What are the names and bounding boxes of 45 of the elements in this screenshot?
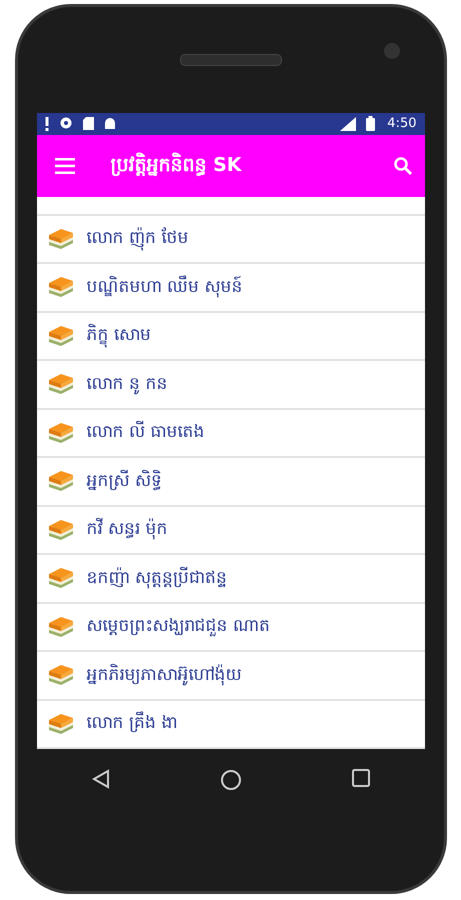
book-icon (46, 712, 74, 736)
camera-lens (384, 43, 400, 59)
author-list-item[interactable]: សម្តេចព្រះសង្ឃរាជជួន ណាត (36, 604, 424, 652)
home-button[interactable] (220, 769, 242, 791)
author-list-item[interactable]: ភិក្ខុ សោម (36, 312, 424, 361)
author-name: សម្តេចព្រះសង្ឃរាជជួន ណាត (86, 615, 270, 638)
book-icon (46, 469, 74, 494)
back-button[interactable] (92, 769, 110, 789)
author-name: លោក នូ កន (86, 372, 168, 396)
author-list-item[interactable]: បណ្ឌិតមហា ឈឹម សុមន៍ (36, 264, 424, 312)
book-icon (46, 518, 74, 542)
book-icon (46, 275, 74, 300)
author-name: អ្នកស្រី សិទ្ធិ (86, 468, 162, 493)
author-name: ភិក្ខុ សោម (86, 323, 151, 348)
recents-button[interactable] (352, 769, 370, 787)
author-list-item[interactable]: លោក គ្រឹង ងា (36, 700, 424, 749)
sd-card-icon (82, 117, 94, 130)
author-name: លោក ញ៉ុក ថែម (86, 226, 188, 252)
status-time: 4:50 (387, 116, 416, 132)
book-icon (46, 372, 74, 396)
author-list-item[interactable]: កវី សន្ធរ ម៉ុក (36, 506, 424, 555)
app-title: ប្រវត្តិអ្នកនិពន្ធ SK (110, 152, 243, 178)
author-name: ឧកញ៉ា សុត្តន្តប្រីជាឥន្ទ (86, 566, 227, 590)
author-list-item[interactable]: ឧកញ៉ា សុត្តន្តប្រីជាឥន្ទ (36, 555, 424, 604)
signal-icon (340, 116, 356, 131)
book-icon (46, 663, 74, 688)
author-list-item[interactable]: អ្នកស្រី សិទ្ធិ (36, 458, 424, 506)
author-list-item[interactable]: លោក នូ កន (36, 361, 424, 410)
alert-icon (44, 116, 48, 131)
book-icon (46, 324, 74, 348)
search-button[interactable] (392, 156, 412, 176)
book-icon (46, 614, 74, 639)
author-name: កវី សន្ធរ ម៉ុក (86, 517, 168, 542)
book-icon (46, 226, 74, 251)
author-list-item[interactable]: លោក ញ៉ុក ថែម (36, 216, 424, 264)
author-name: បណ្ឌិតមហា ឈឹម សុមន៍ (86, 274, 242, 300)
author-name: លោក លី ធាមតេង (86, 420, 204, 444)
author-list-item[interactable]: លោក លី ធាមតេង (36, 410, 424, 458)
menu-button[interactable] (54, 158, 74, 174)
author-name: អ្នកភិរម្យភាសាអ៊ូហៅង៉ុយ (86, 662, 242, 688)
battery-icon (366, 116, 376, 132)
author-name: លោក គ្រឹង ងា (86, 711, 178, 736)
author-list-item[interactable]: អ្នកភិរម្យភាសាអ៊ូហៅង៉ុយ (36, 652, 424, 700)
book-icon (46, 420, 74, 445)
book-icon (46, 566, 74, 590)
